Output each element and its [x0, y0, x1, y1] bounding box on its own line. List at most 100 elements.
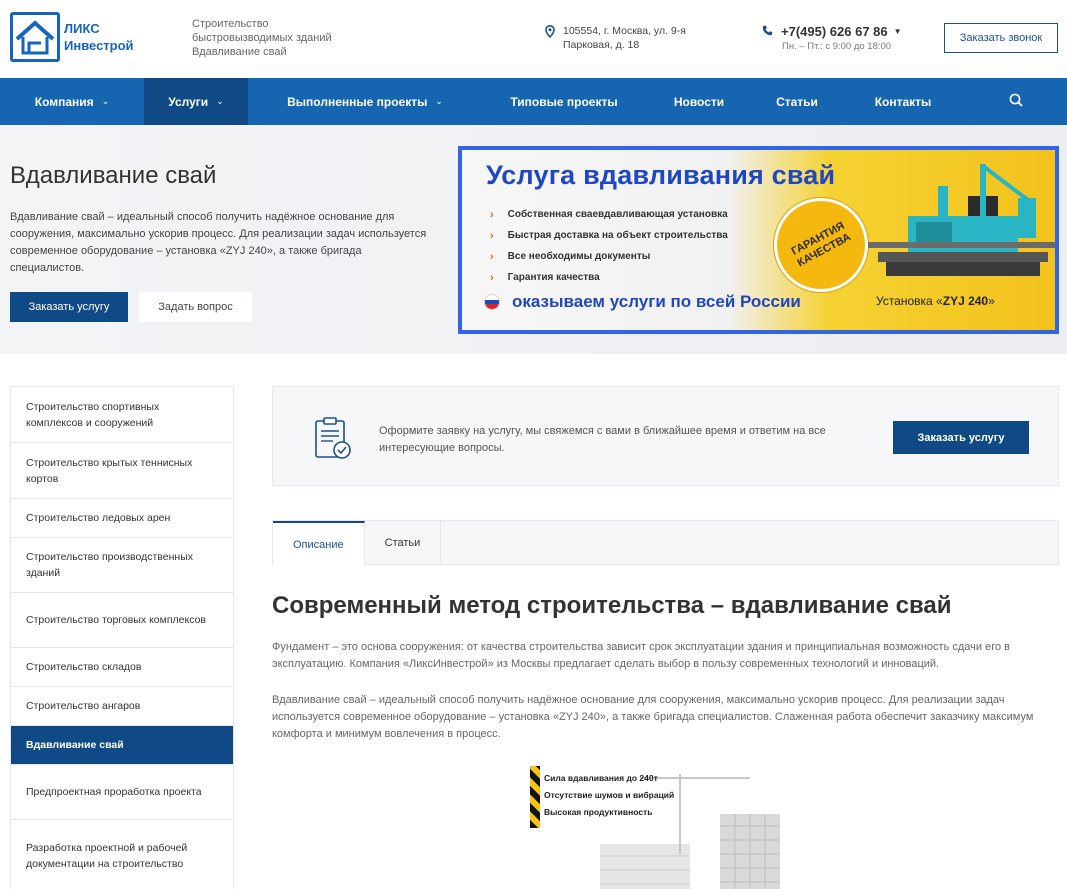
sidebar-item-ice-arenas[interactable]: Строительство ледовых арен	[11, 499, 233, 538]
hero-title: Вдавливание свай	[10, 162, 217, 189]
content-paragraph-2: Вдавливание свай – идеальный способ полу…	[272, 694, 1034, 740]
services-sidebar: Строительство спортивных комплексов и со…	[10, 386, 234, 889]
nav-item-projects[interactable]: Выполненные проекты ⌄	[248, 78, 482, 125]
content-heading: Современный метод строительства – вдавли…	[272, 592, 952, 619]
sidebar-item-industrial-buildings[interactable]: Строительство производственных зданий	[11, 538, 233, 593]
nav-item-company[interactable]: Компания ⌄	[0, 78, 144, 125]
content-figure: Сила вдавливания до 240т Отсутствие шумо…	[530, 764, 800, 889]
chevron-down-icon: ⌄	[216, 96, 224, 106]
nav-label: Выполненные проекты	[287, 94, 428, 109]
tagline-line: быстровызводимых зданий	[192, 32, 332, 44]
phone-number[interactable]: +7(495) 626 67 86	[781, 24, 888, 39]
banner-point: › Гарантия качества	[490, 267, 728, 288]
caption-model: ZYJ 240	[942, 294, 989, 308]
sidebar-item-label: Строительство ангаров	[26, 700, 141, 712]
arrow-right-icon: ›	[490, 208, 494, 221]
figure-item: Сила вдавливания до 240т	[544, 773, 658, 783]
banner-footer-text: оказываем услуги по всей России	[512, 292, 801, 311]
logo-line2: Инвестрой	[64, 38, 134, 53]
search-button[interactable]	[964, 78, 1067, 125]
nav-label: Новости	[673, 94, 725, 109]
content-tabs: Описание Статьи	[272, 520, 1059, 566]
sidebar-item-label: Строительство складов	[26, 661, 142, 673]
arrow-right-icon: ›	[490, 271, 494, 284]
location-pin-icon	[545, 24, 555, 52]
nav-item-articles[interactable]: Статьи	[752, 78, 842, 125]
banner-footer: оказываем услуги по всей России	[484, 292, 801, 312]
sidebar-item-hangars[interactable]: Строительство ангаров	[11, 687, 233, 726]
address: 105554, г. Москва, ул. 9-я Парковая, д. …	[545, 24, 686, 52]
arrow-right-icon: ›	[490, 250, 494, 263]
sidebar-item-sports-complexes[interactable]: Строительство спортивных комплексов и со…	[11, 387, 233, 443]
request-order-button[interactable]: Заказать услугу	[893, 421, 1029, 454]
working-hours: Пн. – Пт.: с 9:00 до 18:00	[782, 41, 892, 52]
hero-section: Вдавливание свай Вдавливание свай – идеа…	[0, 125, 1067, 354]
logo[interactable]: ЛИКС Инвестрой	[10, 12, 134, 62]
sidebar-item-label: Строительство крытых теннисных кортов	[26, 456, 193, 485]
tagline-line: Вдавливание свай	[192, 46, 287, 58]
sidebar-item-design-documentation[interactable]: Разработка проектной и рабочей документа…	[11, 820, 233, 889]
main-nav: Компания ⌄ Услуги ⌄ Выполненные проекты ⌄ Т…	[0, 78, 1067, 125]
nav-item-typical-projects[interactable]: Типовые проекты	[482, 78, 646, 125]
nav-label: Контакты	[874, 94, 932, 109]
logo-line1: ЛИКС	[64, 21, 100, 36]
ask-question-button[interactable]: Задать вопрос	[139, 292, 252, 322]
order-service-button[interactable]: Заказать услугу	[10, 292, 128, 322]
tagline-line: Строительство	[192, 18, 269, 30]
figure-item: Высокая продуктивность	[544, 807, 653, 817]
tagline: Строительство быстровызводимых зданий Вд…	[192, 17, 332, 59]
nav-label: Статьи	[776, 94, 818, 109]
banner-point-text: Собственная сваевдавливающая установка	[507, 209, 728, 220]
sidebar-item-label: Строительство торговых комплексов	[26, 614, 207, 626]
promo-banner[interactable]: Услуга вдавливания свай › Собственная сва…	[458, 146, 1059, 334]
machine-caption: Установка «ZYJ 240»	[876, 294, 995, 308]
banner-point: › Все необходимы документы	[490, 246, 728, 267]
sidebar-item-label: Вдавливание свай	[26, 739, 124, 751]
sidebar-item-label: Строительство спортивных комплексов и со…	[26, 400, 160, 429]
logo-mark-icon	[10, 12, 60, 62]
request-text: Оформите заявку на услугу, мы свяжемся с…	[379, 425, 826, 454]
hazard-stripe	[530, 766, 540, 828]
clipboard-check-icon	[313, 417, 353, 466]
caption-prefix: Установка «	[876, 294, 943, 308]
banner-point-text: Все необходимы документы	[507, 251, 651, 262]
site-header: ЛИКС Инвестрой Строительство быстровызво…	[0, 0, 1067, 78]
banner-point-text: Быстрая доставка на объект строительства	[507, 230, 728, 241]
caret-down-icon[interactable]: ▼	[894, 27, 902, 36]
callback-button[interactable]: Заказать звонок	[944, 23, 1058, 53]
tab-description[interactable]: Описание	[273, 521, 365, 566]
nav-item-news[interactable]: Новости	[646, 78, 752, 125]
figure-list: Сила вдавливания до 240т Отсутствие шумо…	[544, 770, 674, 821]
sidebar-item-shopping-centers[interactable]: Строительство торговых комплексов	[11, 593, 233, 648]
caption-suffix: »	[988, 294, 995, 308]
request-block: Оформите заявку на услугу, мы свяжемся с…	[272, 386, 1059, 486]
nav-label: Типовые проекты	[510, 94, 618, 109]
hero-description: Вдавливание свай – идеальный способ полу…	[10, 211, 427, 274]
sidebar-item-label: Строительство ледовых арен	[26, 512, 171, 524]
address-line1: 105554, г. Москва, ул. 9-я	[563, 25, 686, 37]
phone-block: +7(495) 626 67 86 ▼ Пн. – Пт.: с 9:00 до…	[762, 24, 902, 52]
sidebar-item-pre-design[interactable]: Предпроектная проработка проекта	[11, 765, 233, 820]
banner-title: Услуга вдавливания свай	[486, 160, 836, 190]
sidebar-item-label: Строительство производственных зданий	[26, 551, 193, 579]
sidebar-item-warehouses[interactable]: Строительство складов	[11, 648, 233, 687]
nav-label: Услуги	[168, 94, 209, 109]
phone-icon	[762, 24, 773, 39]
chevron-down-icon: ⌄	[101, 96, 110, 106]
sidebar-item-pile-pressing[interactable]: Вдавливание свай	[11, 726, 233, 765]
banner-list: › Собственная сваевдавливающая установка …	[490, 204, 728, 288]
tab-articles[interactable]: Статьи	[365, 521, 442, 565]
russia-flag-icon	[484, 294, 500, 310]
sidebar-item-tennis-courts[interactable]: Строительство крытых теннисных кортов	[11, 443, 233, 499]
arrow-right-icon: ›	[490, 229, 494, 242]
nav-item-contacts[interactable]: Контакты	[842, 78, 964, 125]
banner-point-text: Гарантия качества	[507, 272, 600, 283]
pile-driver-machine-icon	[868, 164, 1055, 276]
quality-guarantee-badge: ГАРАНТИЯ КАЧЕСТВА	[774, 198, 868, 292]
nav-label: Компания	[34, 94, 94, 109]
content-paragraph-1: Фундамент – это основа сооружения: от ка…	[272, 641, 1010, 670]
search-icon	[1009, 93, 1023, 110]
chevron-down-icon: ⌄	[435, 96, 443, 106]
figure-item: Отсутствие шумов и вибраций	[544, 790, 675, 800]
nav-item-services[interactable]: Услуги ⌄	[144, 78, 248, 125]
